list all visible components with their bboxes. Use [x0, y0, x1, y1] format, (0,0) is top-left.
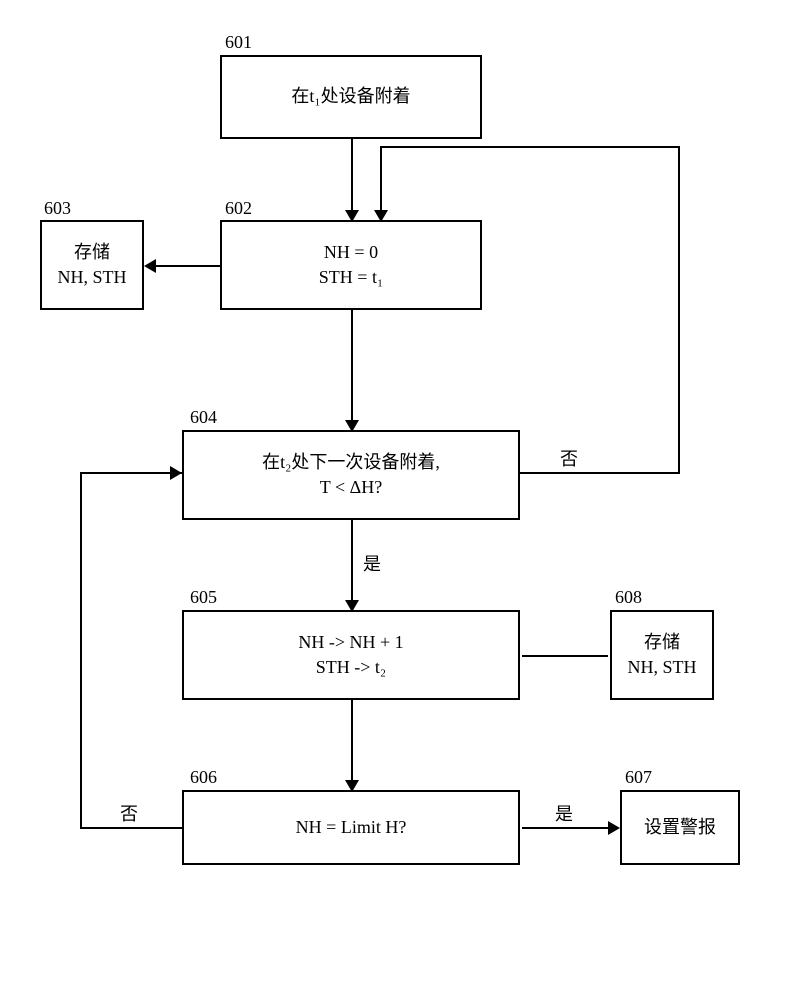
edge-label-yes: 是 [363, 550, 381, 576]
connector [80, 827, 182, 829]
step-text: NH = 0 [324, 240, 378, 265]
connector [351, 700, 353, 780]
edge-label-no: 否 [120, 800, 138, 826]
step-606-decision-limit: NH = Limit H? [182, 790, 520, 865]
step-text: STH = t₁ [319, 265, 383, 290]
step-text: 在t₂处下一次设备附着, [262, 450, 440, 475]
step-604-decision-deltaH: 在t₂处下一次设备附着, T < ΔH? [182, 430, 520, 520]
edge-label-no: 否 [560, 445, 578, 471]
connector [678, 146, 680, 474]
connector [351, 520, 353, 600]
connector [351, 310, 353, 420]
ref-608: 608 [615, 587, 642, 608]
ref-604: 604 [190, 407, 217, 428]
step-601-attach-t1: 在t₁处设备附着 [220, 55, 482, 139]
ref-606: 606 [190, 767, 217, 788]
step-602-init: NH = 0 STH = t₁ [220, 220, 482, 310]
step-text: 设置警报 [644, 815, 716, 840]
step-text: NH, STH [57, 265, 126, 290]
step-605-increment: NH -> NH + 1 STH -> t₂ [182, 610, 520, 700]
ref-601: 601 [225, 32, 252, 53]
connector [156, 265, 220, 267]
connector [380, 146, 680, 148]
ref-607: 607 [625, 767, 652, 788]
connector [80, 472, 82, 829]
step-text: NH = Limit H? [296, 815, 407, 840]
flowchart-canvas: 是 否 是 否 601 在t₁处设备附着 603 存储 NH, STH 602 … [0, 0, 800, 1000]
step-text: T < ΔH? [320, 475, 382, 500]
connector [520, 472, 680, 474]
arrow [608, 821, 620, 835]
ref-605: 605 [190, 587, 217, 608]
arrow [170, 466, 182, 480]
ref-603: 603 [44, 198, 71, 219]
step-text: 存储 [644, 630, 680, 655]
step-text: NH, STH [627, 655, 696, 680]
step-text: STH -> t₂ [316, 655, 386, 680]
connector [80, 472, 182, 474]
connector [522, 827, 608, 829]
connector [380, 146, 382, 210]
step-text: 在t₁处设备附着 [291, 84, 410, 109]
arrow [144, 259, 156, 273]
ref-602: 602 [225, 198, 252, 219]
connector [351, 139, 353, 210]
edge-label-yes: 是 [555, 800, 573, 826]
step-text: 存储 [74, 240, 110, 265]
step-603-store: 存储 NH, STH [40, 220, 144, 310]
connector [522, 655, 608, 657]
step-text: NH -> NH + 1 [298, 630, 403, 655]
step-608-store: 存储 NH, STH [610, 610, 714, 700]
step-607-alarm: 设置警报 [620, 790, 740, 865]
